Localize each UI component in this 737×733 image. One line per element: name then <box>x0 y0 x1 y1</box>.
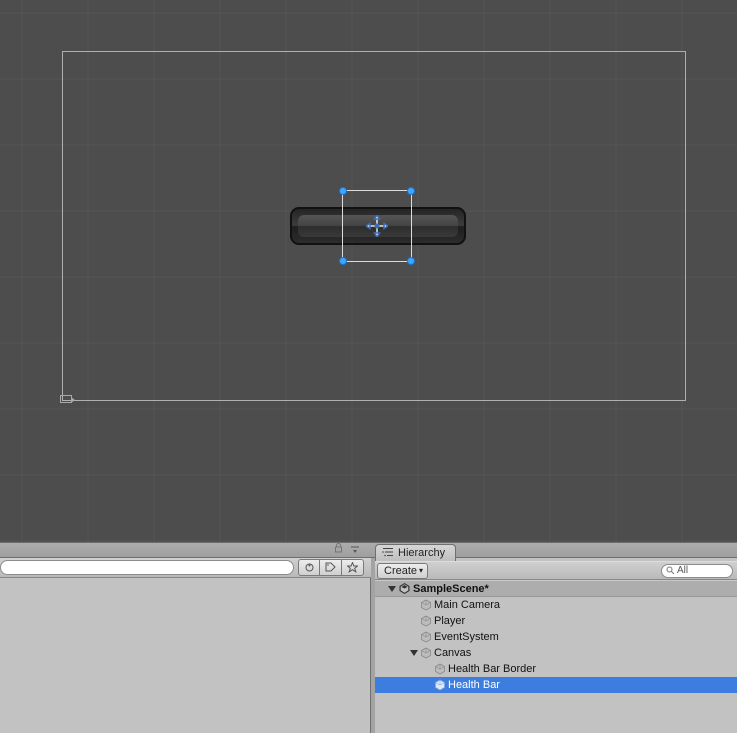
gameobject-icon <box>419 615 432 628</box>
label-icon <box>304 562 315 573</box>
hierarchy-toolbar: Create ▾ All <box>375 561 737 580</box>
resize-handle-tl[interactable] <box>339 187 347 195</box>
hierarchy-item-label: Health Bar Border <box>448 663 536 675</box>
caret-down-icon: ▾ <box>419 566 423 575</box>
star-icon <box>347 562 358 573</box>
hierarchy-tab[interactable]: Hierarchy <box>375 544 456 561</box>
resize-handle-tr[interactable] <box>407 187 415 195</box>
hierarchy-icon <box>382 547 394 560</box>
hierarchy-search-input[interactable]: All <box>661 564 733 578</box>
panel-divider[interactable] <box>0 542 737 558</box>
hierarchy-tab-label: Hierarchy <box>398 547 445 559</box>
gameobject-icon <box>433 663 446 676</box>
hierarchy-panel: Hierarchy Create ▾ All SampleScene* <box>375 558 737 733</box>
hierarchy-item[interactable]: Health Bar Border <box>375 661 737 677</box>
lower-panels: Hierarchy Create ▾ All SampleScene* <box>0 558 737 733</box>
move-gizmo-icon[interactable] <box>366 215 388 237</box>
tag-icon <box>325 562 336 573</box>
gameobject-icon <box>419 647 432 660</box>
project-panel <box>0 558 371 733</box>
search-icon <box>666 566 675 575</box>
scene-view[interactable] <box>0 0 737 542</box>
hierarchy-item[interactable]: Health Bar <box>375 677 737 693</box>
project-search-input[interactable] <box>0 560 294 575</box>
gameobject-icon <box>419 599 432 612</box>
hierarchy-item-label: Canvas <box>434 647 471 659</box>
hierarchy-item-label: Player <box>434 615 465 627</box>
foldout-icon[interactable] <box>409 648 419 658</box>
filter-by-type-button[interactable] <box>298 559 320 576</box>
hierarchy-item[interactable]: Player <box>375 613 737 629</box>
unity-logo-icon <box>397 582 411 596</box>
hierarchy-item[interactable]: EventSystem <box>375 629 737 645</box>
panel-splitter[interactable] <box>371 558 375 733</box>
create-button[interactable]: Create ▾ <box>377 563 428 579</box>
project-body[interactable] <box>0 578 370 733</box>
hierarchy-item[interactable]: Canvas <box>375 645 737 661</box>
hierarchy-item-label: EventSystem <box>434 631 499 643</box>
hierarchy-item[interactable]: Main Camera <box>375 597 737 613</box>
filter-by-label-button[interactable] <box>320 559 342 576</box>
camera-icon <box>60 395 72 403</box>
dropdown-icon[interactable] <box>350 545 360 555</box>
hierarchy-tree[interactable]: SampleScene* Main Camera Player EventSyste… <box>375 580 737 693</box>
gameobject-icon <box>433 679 446 692</box>
favorites-button[interactable] <box>342 559 364 576</box>
create-button-label: Create <box>384 565 417 577</box>
hierarchy-item-label: Main Camera <box>434 599 500 611</box>
scene-row[interactable]: SampleScene* <box>375 580 737 597</box>
selection-rect[interactable] <box>342 190 412 262</box>
resize-handle-bl[interactable] <box>339 257 347 265</box>
project-toolbar <box>0 558 371 578</box>
hierarchy-item-label: Health Bar <box>448 679 500 691</box>
gameobject-icon <box>419 631 432 644</box>
hierarchy-search-placeholder: All <box>677 565 688 576</box>
resize-handle-br[interactable] <box>407 257 415 265</box>
scene-name-label: SampleScene* <box>413 583 489 595</box>
lock-icon[interactable] <box>334 543 343 556</box>
foldout-icon[interactable] <box>387 584 397 594</box>
